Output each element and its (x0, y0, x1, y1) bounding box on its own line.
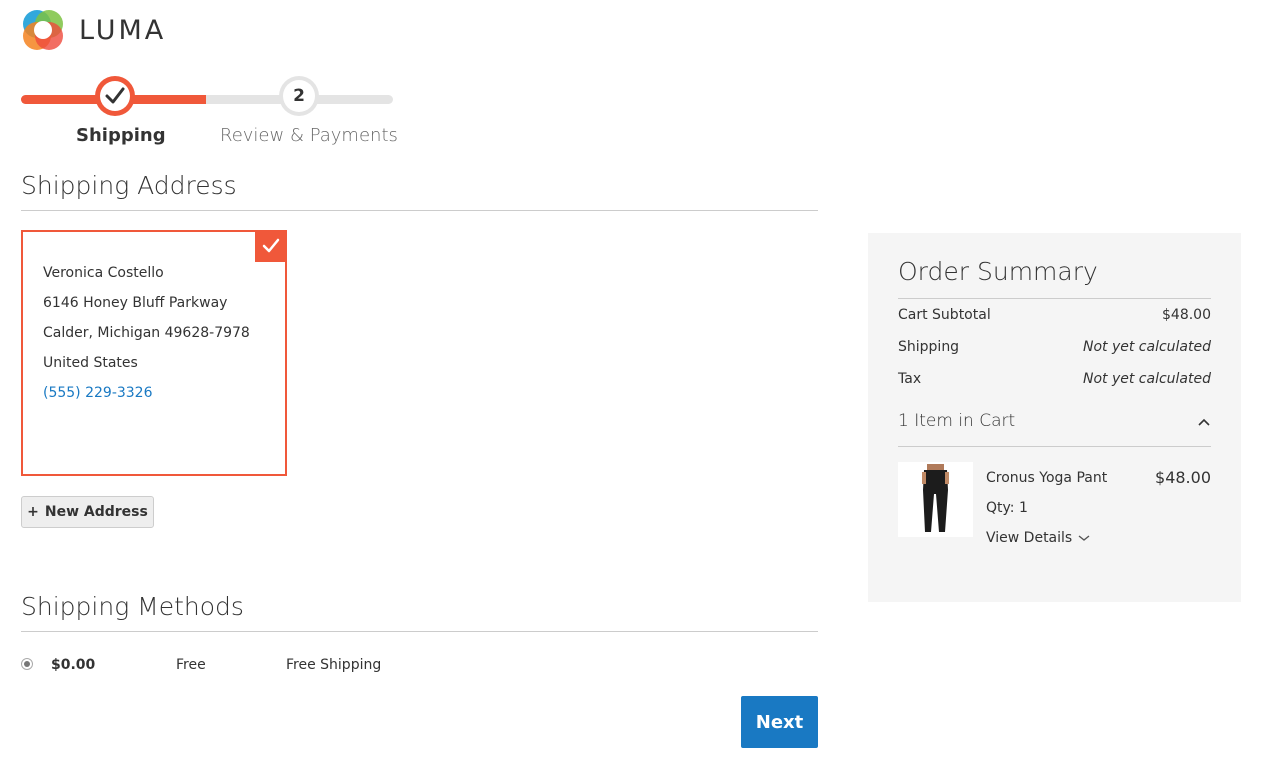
address-name: Veronica Costello (43, 265, 164, 281)
summary-value: Not yet calculated (1082, 371, 1211, 387)
selected-address-card[interactable]: Veronica Costello 6146 Honey Bluff Parkw… (21, 230, 287, 476)
product-name: Cronus Yoga Pant (986, 470, 1108, 486)
order-summary: Order Summary Cart Subtotal $48.00 Shipp… (868, 233, 1241, 602)
luma-logo[interactable]: LUMA (21, 8, 166, 52)
yoga-pant-image-icon (898, 462, 973, 537)
summary-label: Shipping (898, 339, 960, 355)
new-address-label: New Address (44, 504, 148, 520)
luma-logo-icon (23, 10, 63, 50)
items-in-cart-toggle[interactable]: 1 Item in Cart (898, 411, 1211, 447)
shipping-method-row[interactable]: $0.00 Free Free Shipping (21, 655, 818, 677)
summary-label: Cart Subtotal (898, 307, 991, 323)
method-price: $0.00 (51, 657, 96, 673)
view-details-toggle[interactable]: View Details (986, 530, 1090, 546)
checkout-page: LUMA 2 Shipping Review & Payments Shippi… (0, 0, 1284, 764)
plus-icon: + (27, 504, 39, 520)
chevron-up-icon (1198, 418, 1210, 426)
order-summary-title: Order Summary (898, 257, 1211, 299)
step-shipping-indicator[interactable] (95, 76, 135, 116)
step-number: 2 (283, 80, 315, 112)
chevron-down-icon (1078, 535, 1090, 541)
summary-row-tax: Tax Not yet calculated (898, 363, 1211, 395)
summary-row-subtotal: Cart Subtotal $48.00 (898, 299, 1211, 331)
brand-name: LUMA (79, 14, 167, 46)
method-carrier: Free Shipping (286, 657, 382, 673)
product-price: $48.00 (1155, 468, 1211, 487)
shipping-methods-title: Shipping Methods (21, 592, 818, 632)
view-details-label: View Details (986, 530, 1073, 546)
selected-check-badge (255, 230, 287, 262)
items-in-cart-label: 1 Item in Cart (898, 411, 1016, 431)
method-name: Free (176, 657, 206, 673)
cart-item: Cronus Yoga Pant $48.00 Qty: 1 View Deta… (898, 462, 1211, 562)
summary-row-shipping: Shipping Not yet calculated (898, 331, 1211, 363)
summary-value: $48.00 (1162, 307, 1211, 323)
summary-label: Tax (898, 371, 922, 387)
step-shipping-label[interactable]: Shipping (76, 125, 166, 146)
next-button[interactable]: Next (741, 696, 818, 748)
address-country: United States (43, 355, 138, 371)
shipping-address-title: Shipping Address (21, 171, 818, 211)
step-review-label: Review & Payments (220, 125, 398, 146)
check-icon (105, 87, 125, 104)
check-icon (262, 238, 280, 253)
shipping-method-radio[interactable] (21, 658, 33, 670)
checkout-progress: 2 Shipping Review & Payments (21, 76, 398, 156)
address-phone-link[interactable]: (555) 229-3326 (43, 385, 153, 401)
product-thumbnail[interactable] (898, 462, 973, 537)
address-city: Calder, Michigan 49628-7978 (43, 325, 250, 341)
summary-value: Not yet calculated (1082, 339, 1211, 355)
address-street: 6146 Honey Bluff Parkway (43, 295, 228, 311)
new-address-button[interactable]: + New Address (21, 496, 154, 528)
step-review-indicator: 2 (279, 76, 319, 116)
product-qty: Qty: 1 (986, 500, 1028, 516)
